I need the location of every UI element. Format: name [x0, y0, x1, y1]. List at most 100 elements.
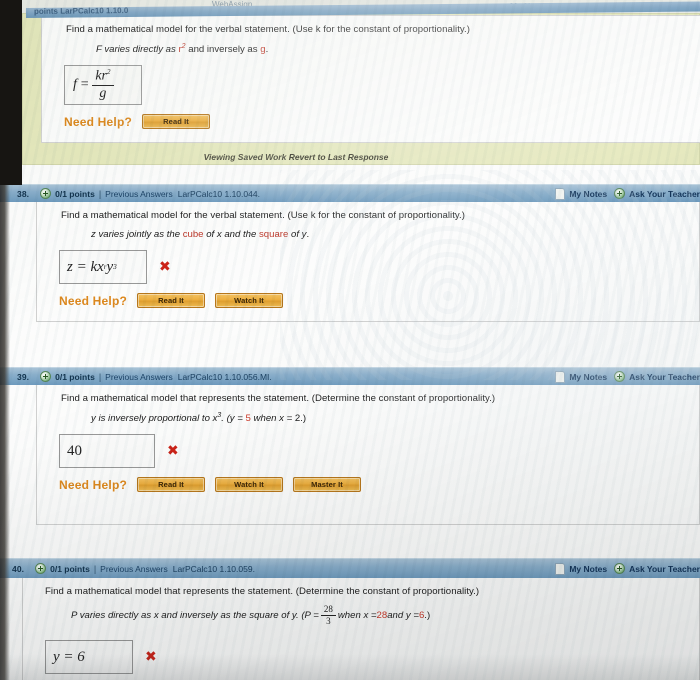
read-it-button-38[interactable]: Read It	[137, 293, 206, 308]
question-39-header[interactable]: 39. 0/1 points | Previous Answers LarPCa…	[0, 367, 700, 385]
question-40-prompt: Find a mathematical model that represent…	[45, 586, 480, 597]
question-39-answer-row: 40 ✖	[37, 424, 699, 469]
revert-to-last-response-link[interactable]: Revert to Last Response	[289, 152, 389, 162]
statement-40-mid: when x =	[337, 610, 377, 621]
answer-38-exp2: 3	[113, 263, 117, 271]
statement-39-lead: y is inversely proportional to x	[91, 413, 218, 425]
statement-38-word-cube: cube	[182, 229, 204, 240]
expand-plus-icon-38[interactable]	[40, 188, 52, 199]
statement-39-tail: .)	[300, 413, 307, 425]
question-block-37: Find a mathematical model for the verbal…	[0, 13, 700, 165]
expand-plus-icon-39[interactable]	[40, 371, 52, 382]
statement-mid: and inversely as	[185, 44, 261, 56]
question-38-number: 38.	[17, 188, 30, 199]
question-38-code: LarPCalc10 1.10.044.	[177, 188, 260, 199]
fraction-numerator: kr2	[92, 68, 114, 87]
expand-plus-icon-40[interactable]	[35, 563, 47, 574]
question-40-statement: P varies directly as x and inversely as …	[23, 597, 699, 626]
note-page-icon-38[interactable]	[555, 187, 566, 200]
need-help-label-38: Need Help?	[59, 293, 128, 308]
question-40-header[interactable]: 40. 0/1 points | Previous Answers LarPCa…	[0, 558, 700, 578]
question-40-answer-input[interactable]: y = 6	[45, 640, 133, 674]
statement-38-lead: z varies jointly as the	[91, 229, 183, 240]
watch-it-button-39[interactable]: Watch It	[215, 477, 284, 493]
question-40-tools: My Notes Ask Your Teacher	[555, 562, 700, 575]
question-38-prompt: Find a mathematical model for the verbal…	[61, 210, 466, 221]
question-39-number: 39.	[17, 371, 30, 382]
question-37-body: Find a mathematical model for the verbal…	[41, 15, 700, 143]
statement-40-mid2: and y =	[387, 610, 419, 621]
question-37-answer-box[interactable]: f = kr2 g	[64, 65, 142, 106]
incorrect-x-icon-40: ✖	[145, 649, 157, 665]
question-38-body: Find a mathematical model for the verbal…	[36, 202, 700, 322]
ask-your-teacher-link-39[interactable]: Ask Your Teacher	[629, 372, 700, 382]
ask-your-teacher-link-38[interactable]: Ask Your Teacher	[629, 189, 700, 199]
question-39-code: LarPCalc10 1.10.056.MI.	[177, 371, 272, 382]
read-it-button-37[interactable]: Read It	[142, 114, 211, 130]
note-page-icon-40[interactable]	[555, 562, 566, 575]
question-40-points: 0/1 points	[50, 563, 90, 574]
question-39-prompt: Find a mathematical model that represent…	[61, 393, 496, 404]
question-38-tools: My Notes Ask Your Teacher	[555, 187, 700, 200]
question-38-need-help-row: Need Help? Read It Watch It	[37, 284, 699, 320]
my-notes-link-40[interactable]: My Notes	[569, 564, 607, 574]
question-38-header[interactable]: 38. 0/1 points | Previous Answers LarPCa…	[0, 184, 700, 202]
webassign-assignment-screen: WebAssign My Notes Ask Your Teacher poin…	[0, 0, 700, 680]
expand-plus-icon-ask-39[interactable]	[614, 371, 626, 382]
question-39-need-help-row: Need Help? Read It Watch It Master It	[37, 468, 699, 504]
statement-40-tail: .)	[424, 610, 431, 621]
statement-38-tail: .	[306, 229, 310, 240]
statement-39-mid: . (y =	[221, 413, 246, 425]
question-block-40: 40. 0/1 points | Previous Answers LarPCa…	[0, 558, 700, 680]
statement-38-mid2: of y	[288, 229, 307, 240]
statement-40-fraction: 28 3	[320, 605, 336, 626]
question-38-points: 0/1 points	[55, 188, 95, 199]
previous-answers-link-39[interactable]: Previous Answers	[105, 372, 173, 382]
question-39-body: Find a mathematical model that represent…	[36, 385, 700, 525]
question-38-statement: z varies jointly as the cube of x and th…	[37, 221, 699, 240]
need-help-label-39: Need Help?	[59, 477, 128, 492]
question-39-points: 0/1 points	[55, 371, 95, 382]
question-40-body: Find a mathematical model that represent…	[22, 578, 700, 680]
watch-it-button-38[interactable]: Watch It	[215, 293, 284, 308]
need-help-label-37: Need Help?	[64, 114, 133, 129]
question-39-answer-input[interactable]: 40	[59, 434, 155, 469]
numerator-exponent: 2	[107, 68, 111, 77]
statement-38-word-square: square	[259, 229, 289, 240]
question-block-39: 39. 0/1 points | Previous Answers LarPCa…	[0, 367, 700, 525]
photo-background: WebAssign My Notes Ask Your Teacher poin…	[0, 0, 700, 680]
question-40-number: 40.	[12, 563, 25, 574]
my-notes-link-38[interactable]: My Notes	[569, 189, 607, 199]
previous-answers-link-40[interactable]: Previous Answers	[100, 564, 168, 574]
question-39-tools: My Notes Ask Your Teacher	[555, 370, 700, 383]
incorrect-x-icon-38: ✖	[159, 259, 171, 275]
my-notes-link-39[interactable]: My Notes	[569, 372, 607, 382]
statement-40-value-x: 28	[376, 610, 388, 621]
statement-40-lead: P varies directly as x and inversely as …	[71, 610, 319, 621]
fraction-denominator: g	[99, 86, 107, 102]
note-page-icon-39[interactable]	[555, 370, 566, 383]
saved-work-footer: Viewing Saved Work Revert to Last Respon…	[23, 152, 699, 162]
expand-plus-icon-ask-38[interactable]	[614, 188, 626, 199]
previous-answers-link-38[interactable]: Previous Answers	[105, 189, 173, 199]
question-38-answer-input[interactable]: z = kx r y 3	[59, 250, 147, 284]
expand-plus-icon-ask-40[interactable]	[614, 563, 626, 574]
master-it-button-39[interactable]: Master It	[293, 477, 362, 493]
question-37-header-fragment: points LarPCalc10 1.10.0	[33, 6, 129, 16]
question-40-separator: |	[93, 563, 97, 574]
viewing-saved-work-text: Viewing Saved Work	[203, 152, 287, 162]
read-it-button-39[interactable]: Read It	[137, 477, 206, 493]
question-37-statement: F varies directly as r2 and inversely as…	[42, 35, 700, 55]
ask-your-teacher-link-40[interactable]: Ask Your Teacher	[629, 564, 700, 574]
statement-lead: F varies directly as	[96, 44, 179, 56]
question-37-prompt: Find a mathematical model for the verbal…	[66, 24, 471, 35]
answer-lhs: f	[73, 77, 77, 93]
question-40-answer-row: y = 6 ✖	[23, 626, 699, 674]
screen-bezel-left	[0, 0, 22, 185]
question-38-separator: |	[98, 188, 102, 199]
question-40-code: LarPCalc10 1.10.059.	[172, 563, 255, 574]
statement-40-frac-den: 3	[326, 616, 331, 626]
statement-tail: .	[265, 44, 269, 56]
question-39-separator: |	[98, 371, 102, 382]
question-38-answer-row: z = kx r y 3 ✖	[37, 240, 699, 284]
